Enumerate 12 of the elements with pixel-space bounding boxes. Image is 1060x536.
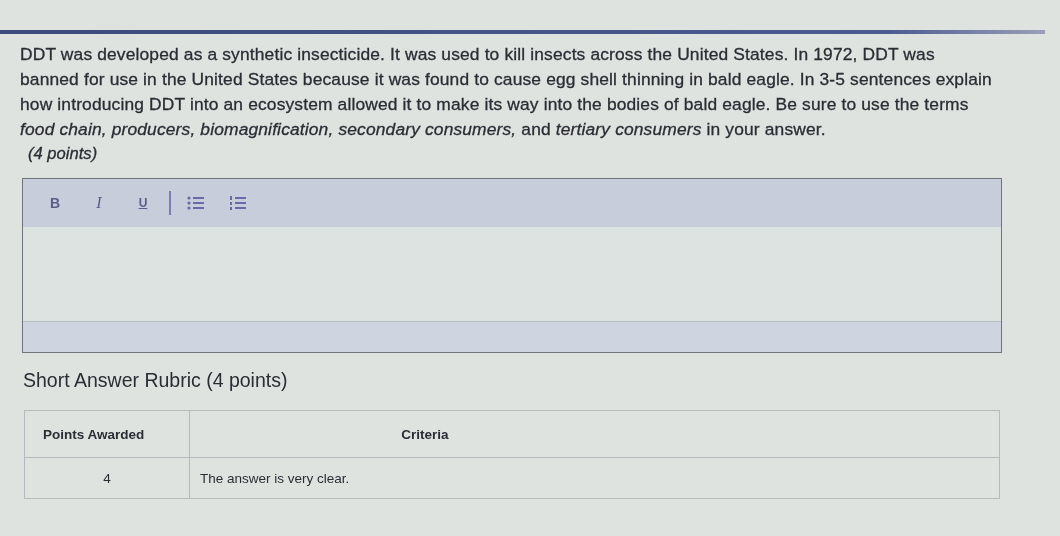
table-cell: The answer is very clear. bbox=[189, 457, 1000, 499]
italic-button[interactable]: I bbox=[77, 188, 121, 218]
underline-button[interactable]: U bbox=[121, 188, 165, 218]
rubric-title: Short Answer Rubric (4 points) bbox=[23, 369, 289, 392]
bullet-list-icon[interactable] bbox=[187, 195, 205, 211]
column-header: Points Awarded bbox=[24, 410, 190, 458]
question-text: DDT was developed as a synthetic insecticide. It was used to kill insects across the United States. In 1972, DDT was banned for use in the United States because it was found to cause egg shell thinning in bald eagle. In 3-5 sentences explain how introducing DDT into an ecosystem allowed it to make its way into the bodies of bald eagle. Be sure to use the terms food chain, producers, biomagnification, secondary consumers, and tertiary consumers in your answer. bbox=[20, 43, 993, 141]
points-label: (4 points) bbox=[28, 144, 99, 164]
table-cell: 4 bbox=[24, 457, 190, 499]
column-header: Criteria bbox=[189, 410, 1000, 458]
bold-button[interactable]: B bbox=[33, 188, 77, 218]
numbered-list-icon[interactable] bbox=[229, 195, 247, 211]
